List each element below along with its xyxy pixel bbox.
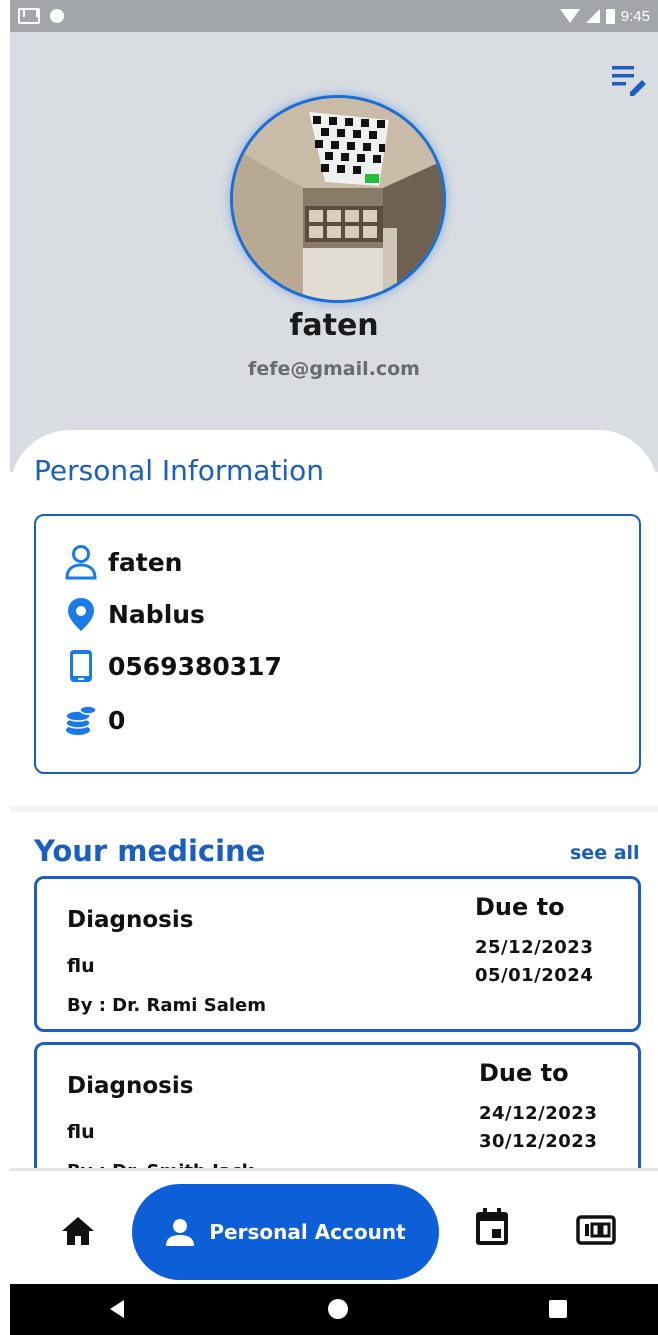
diagnosis-value: flu — [67, 1121, 95, 1143]
diagnosis-value: flu — [67, 955, 95, 977]
person-icon — [166, 1219, 195, 1246]
counter-icon[interactable] — [576, 1213, 616, 1247]
home-circle-icon[interactable] — [328, 1299, 348, 1319]
end-date: 30/12/2023 — [479, 1131, 598, 1152]
system-navigation-bar — [10, 1284, 658, 1335]
due-label: Due to — [475, 893, 565, 921]
notification-dot-icon — [50, 9, 64, 23]
your-medicine-title: Your medicine — [34, 834, 266, 868]
profile-header: faten fefe@gmail.com — [10, 32, 658, 472]
info-points-value: 0 — [108, 705, 126, 735]
status-time: 9:45 — [620, 7, 650, 25]
profile-content: Personal Information faten Nablus 056938… — [10, 430, 658, 1198]
doctor-name: By : Dr. Rami Salem — [67, 995, 266, 1016]
bottom-navigation: Personal Account — [10, 1168, 658, 1284]
nav-personal-account[interactable]: Personal Account — [132, 1184, 439, 1280]
profile-email: fefe@gmail.com — [248, 358, 420, 380]
signal-icon — [585, 9, 600, 23]
recent-apps-icon[interactable] — [549, 1300, 567, 1318]
user-icon — [65, 545, 97, 580]
info-phone-value: 0569380317 — [108, 651, 282, 681]
info-row-city: Nablus — [64, 596, 205, 632]
mail-icon — [18, 8, 40, 24]
battery-icon — [605, 8, 615, 24]
calendar-icon[interactable] — [474, 1207, 510, 1247]
info-city-value: Nablus — [108, 599, 205, 629]
phone-icon — [70, 650, 92, 682]
edit-profile-icon[interactable] — [610, 60, 650, 100]
info-name-value: faten — [108, 547, 183, 577]
status-bar: 9:45 — [10, 0, 658, 32]
profile-name: faten — [289, 308, 379, 343]
wifi-icon — [559, 9, 580, 23]
home-icon[interactable] — [60, 1213, 96, 1249]
start-date: 25/12/2023 — [475, 937, 594, 958]
diagnosis-label: Diagnosis — [67, 1073, 194, 1099]
info-row-phone: 0569380317 — [64, 648, 282, 684]
personal-info-title: Personal Information — [34, 454, 325, 487]
see-all-link[interactable]: see all — [570, 842, 640, 864]
medicine-card[interactable]: Diagnosis flu By : Dr. Rami Salem Due to… — [34, 876, 641, 1032]
end-date: 05/01/2024 — [475, 965, 594, 986]
avatar[interactable] — [230, 95, 446, 303]
diagnosis-label: Diagnosis — [67, 907, 194, 933]
personal-info-card: faten Nablus 0569380317 0 — [34, 514, 641, 774]
nav-personal-account-label: Personal Account — [209, 1220, 406, 1244]
info-row-name: faten — [64, 544, 182, 580]
due-label: Due to — [479, 1059, 569, 1087]
start-date: 24/12/2023 — [479, 1103, 598, 1124]
info-row-points: 0 — [64, 702, 125, 738]
back-icon[interactable] — [110, 1300, 124, 1318]
location-pin-icon — [68, 598, 94, 631]
coins-icon — [65, 705, 97, 735]
section-divider — [10, 806, 658, 812]
